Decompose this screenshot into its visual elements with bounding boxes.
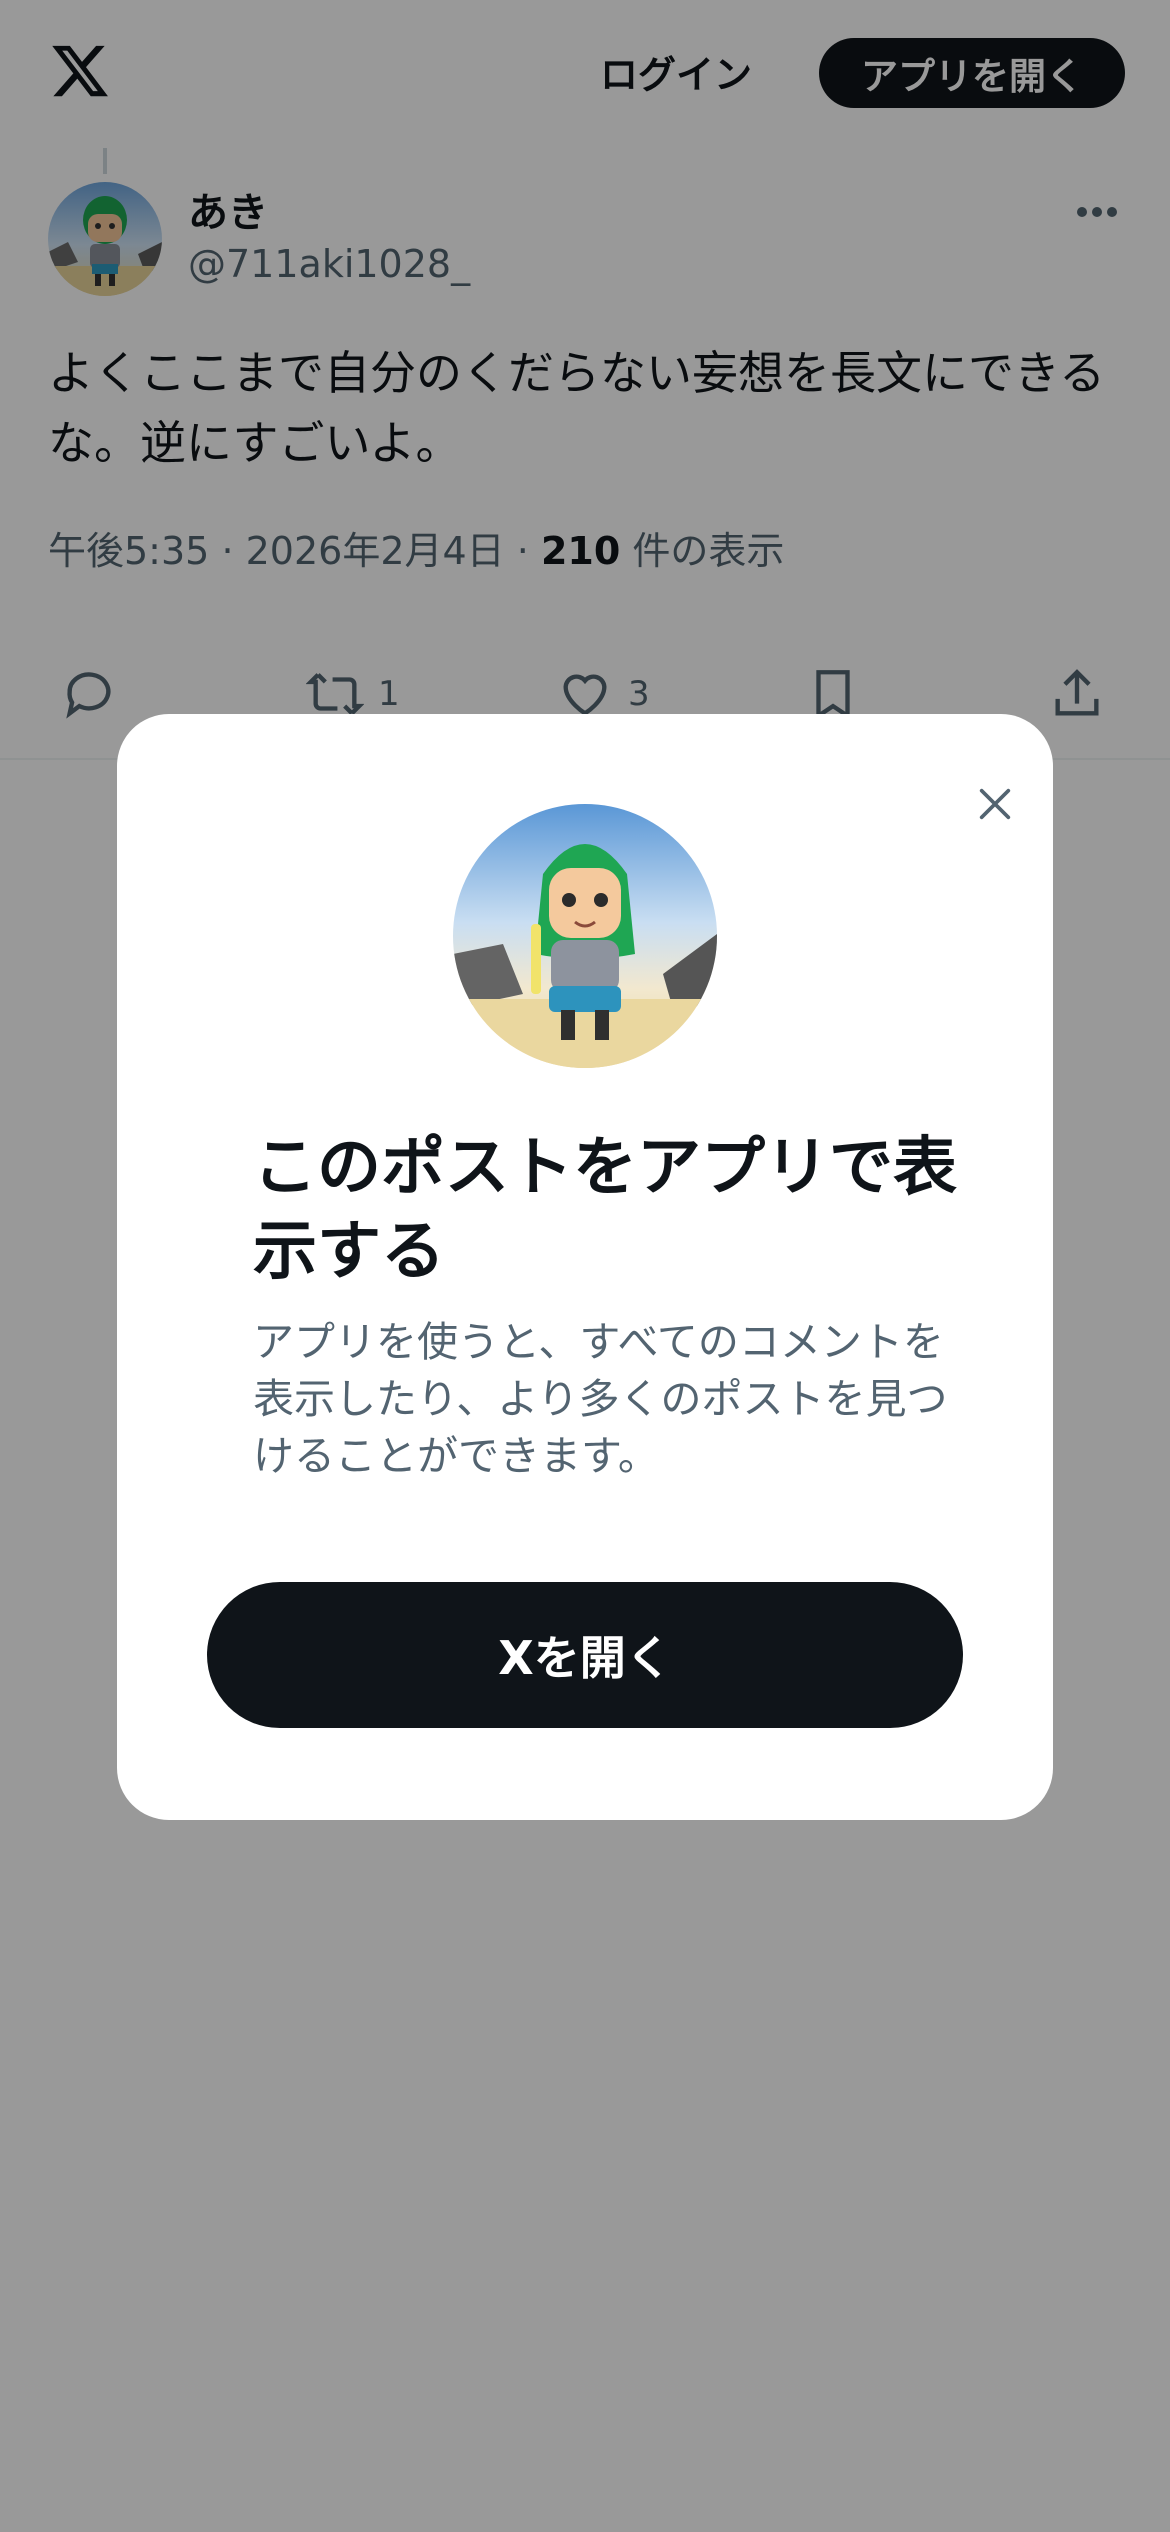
close-icon [979, 788, 1011, 820]
modal-description: アプリを使うと、すべてのコメントを表示したり、より多くのポストを見つけることがで… [253, 1318, 948, 1480]
modal-avatar [453, 804, 717, 1068]
open-in-app-modal: このポストをアプリで表示する アプリを使うと、すべてのコメントを表示したり、より… [117, 714, 1053, 1820]
close-button[interactable] [957, 766, 1033, 842]
page: ログイン アプリを開く あき @711aki1028_ よくここまで自分のくだら [0, 0, 1170, 2532]
modal-title: このポストをアプリで表示する [253, 1131, 957, 1289]
open-x-button[interactable]: Xを開く [207, 1582, 963, 1728]
